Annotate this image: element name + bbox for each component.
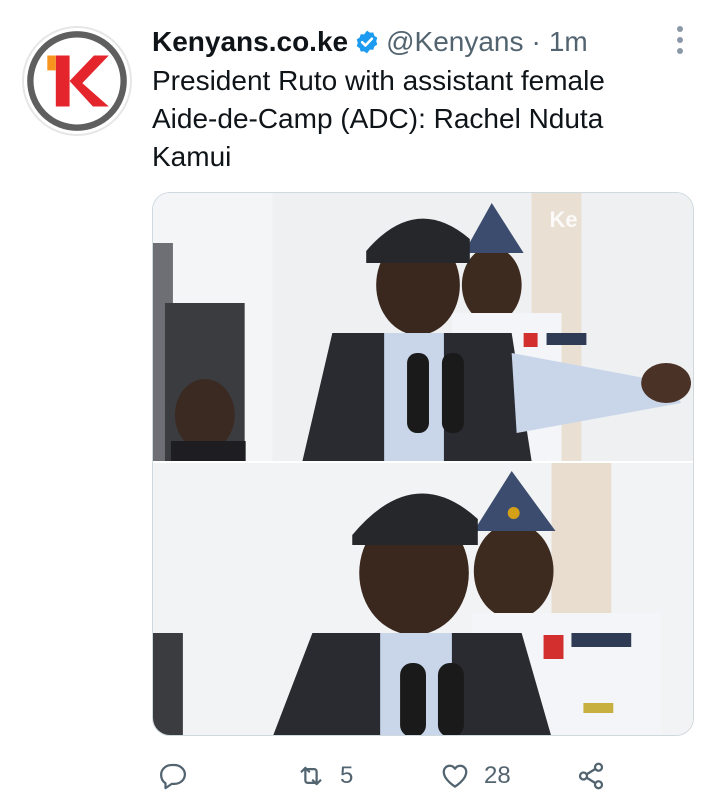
share-icon bbox=[578, 762, 604, 790]
handle[interactable]: @Kenyans bbox=[386, 26, 523, 58]
display-name[interactable]: Kenyans.co.ke bbox=[152, 26, 348, 58]
retweet-icon bbox=[300, 766, 322, 786]
tweet-actions: 5 28 bbox=[152, 756, 622, 796]
like-button[interactable]: 28 bbox=[440, 756, 511, 796]
kenyans-logo-icon bbox=[27, 31, 127, 131]
tweet-header: Kenyans.co.ke @Kenyans · 1m bbox=[152, 24, 588, 60]
more-options-icon[interactable] bbox=[668, 24, 692, 56]
retweet-button[interactable]: 5 bbox=[296, 756, 353, 796]
share-button[interactable] bbox=[576, 756, 606, 796]
photo-2[interactable] bbox=[153, 463, 693, 735]
reply-icon bbox=[160, 763, 186, 790]
verified-badge-icon bbox=[354, 29, 380, 55]
heart-icon bbox=[442, 764, 468, 788]
retweet-count: 5 bbox=[340, 762, 354, 789]
like-count: 28 bbox=[484, 762, 511, 789]
photo-1[interactable]: Ke bbox=[153, 193, 693, 461]
avatar[interactable] bbox=[22, 26, 132, 136]
separator-dot: · bbox=[531, 26, 541, 57]
timestamp[interactable]: 1m bbox=[549, 26, 588, 58]
watermark-text: Ke bbox=[550, 207, 578, 232]
reply-button[interactable] bbox=[158, 756, 188, 796]
media-grid[interactable]: Ke bbox=[152, 192, 694, 736]
tweet-text: President Ruto with assistant female Aid… bbox=[152, 65, 605, 172]
